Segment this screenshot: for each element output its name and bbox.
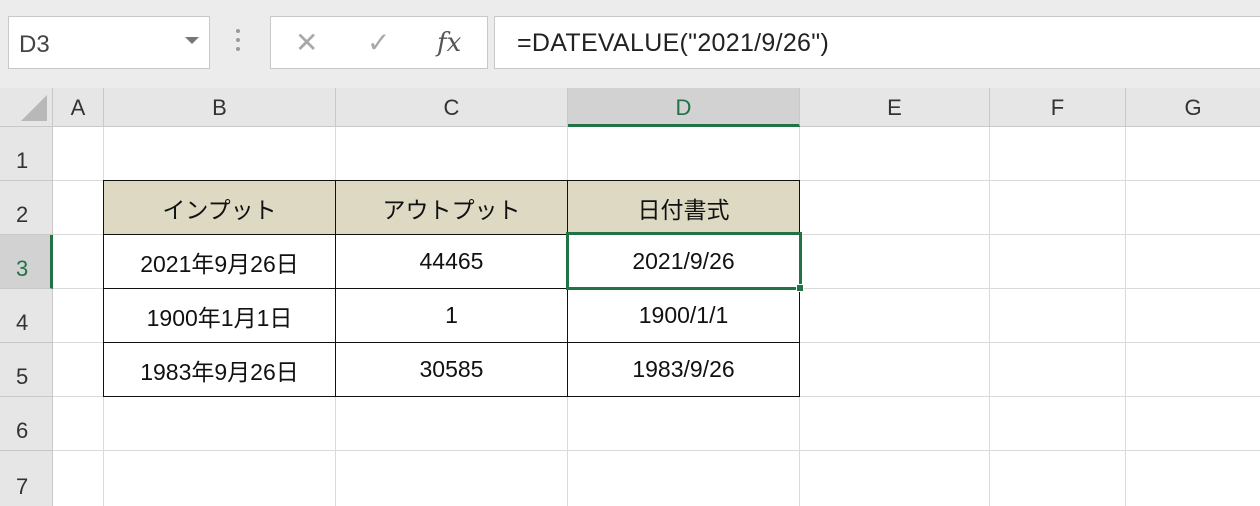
cell-c4[interactable]: 1 [336,289,567,342]
table-border [103,234,800,235]
cell-b3[interactable]: 2021年9月26日 [104,235,335,288]
column-header-b[interactable]: B [104,88,336,127]
name-box-value[interactable]: D3 [19,31,50,59]
formula-input[interactable]: =DATEVALUE("2021/9/26") [494,16,1260,69]
row-number: 4 [16,310,29,335]
cell-c5[interactable]: 30585 [336,343,567,396]
row-number: 7 [16,474,29,499]
cell-b4[interactable]: 1900年1月1日 [104,289,335,342]
row-header-7[interactable]: 7 [0,451,53,506]
column-header-a[interactable]: A [53,88,104,127]
checkmark-icon[interactable]: ✓ [367,29,390,57]
fill-handle[interactable] [796,284,804,292]
column-header-d[interactable]: D [568,88,800,127]
column-header-c[interactable]: C [336,88,568,127]
row-header-3[interactable]: 3 [0,235,53,289]
cell-c2[interactable]: アウトプット [336,181,567,234]
table-border [103,342,800,343]
row-number: 6 [16,418,29,443]
column-header-f[interactable]: F [990,88,1126,127]
cell-d3[interactable]: 2021/9/26 [568,235,799,288]
gridline [53,396,1260,397]
cell-d4[interactable]: 1900/1/1 [568,289,799,342]
cell-c3[interactable]: 44465 [336,235,567,288]
row-number: 3 [16,256,29,281]
formula-text[interactable]: =DATEVALUE("2021/9/26") [517,29,829,58]
name-box[interactable]: D3 [8,16,210,69]
formula-bar-area: D3 ✕ ✓ fx =DATEVALUE("2021/9/26") [0,0,1260,88]
column-header-e[interactable]: E [800,88,990,127]
gridline [53,450,1260,451]
table-border [103,288,800,289]
row-header-5[interactable]: 5 [0,343,53,397]
select-all-triangle-icon [21,95,47,121]
column-header-g[interactable]: G [1126,88,1260,127]
cell-d2[interactable]: 日付書式 [568,181,799,234]
cell-d5[interactable]: 1983/9/26 [568,343,799,396]
row-number: 1 [16,148,29,173]
spreadsheet-grid: A B C D E F G 1 2 3 4 5 6 7 インプット アウトプット… [0,88,1260,506]
cell-b5[interactable]: 1983年9月26日 [104,343,335,396]
row-header-6[interactable]: 6 [0,397,53,451]
chevron-down-icon[interactable] [185,37,199,44]
row-number: 5 [16,364,29,389]
row-header-4[interactable]: 4 [0,289,53,343]
cell-b2[interactable]: インプット [104,181,335,234]
select-all-button[interactable] [0,88,53,127]
cancel-icon[interactable]: ✕ [295,29,318,57]
grip-dots-icon[interactable] [236,29,240,55]
row-header-1[interactable]: 1 [0,127,53,181]
row-header-2[interactable]: 2 [0,181,53,235]
formula-buttons: ✕ ✓ fx [270,16,488,69]
insert-function-icon[interactable]: fx [437,29,461,57]
row-number: 2 [16,202,29,227]
